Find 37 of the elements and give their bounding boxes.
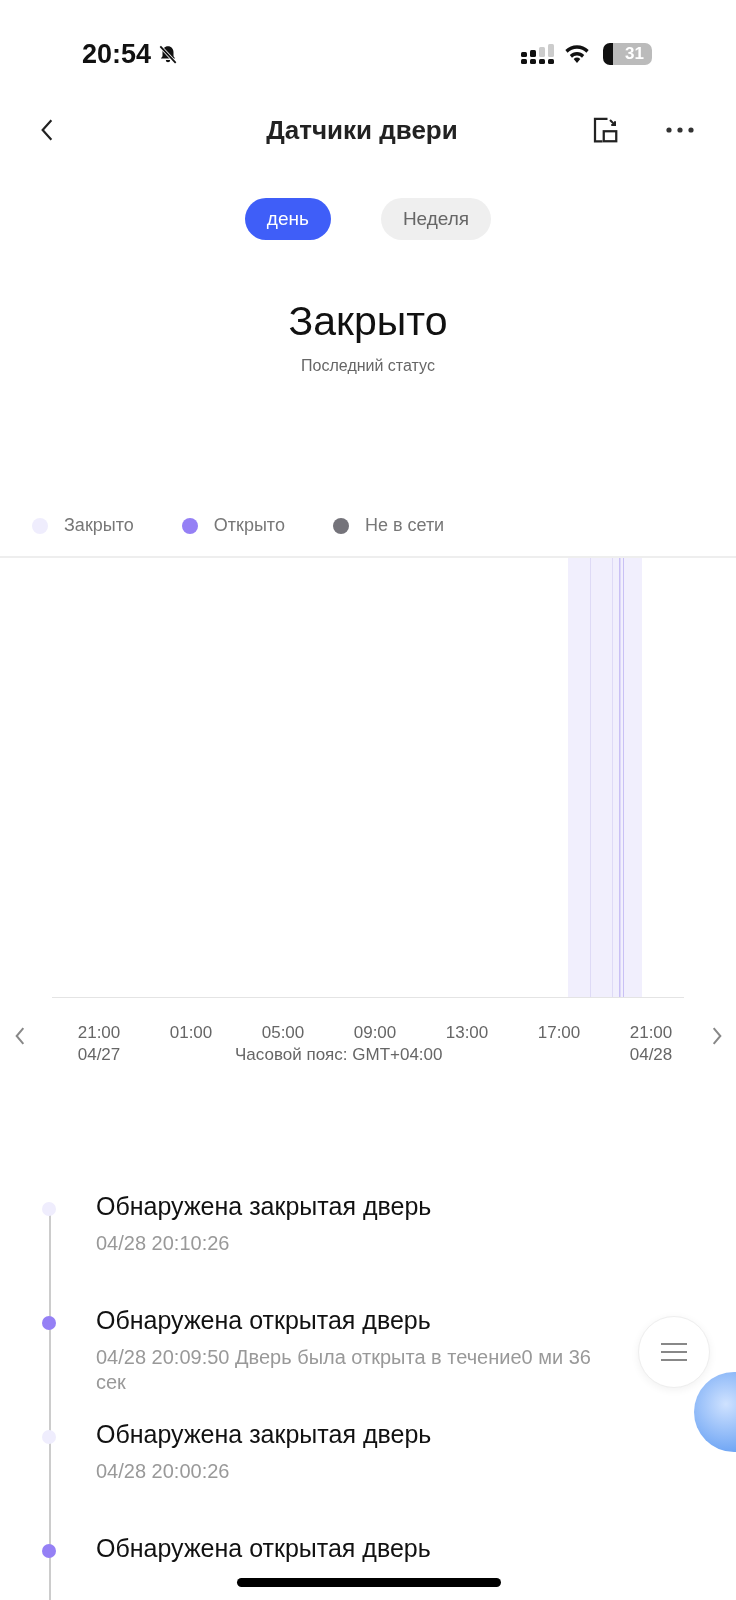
timezone-label: Часовой пояс: GMT+04:00 bbox=[235, 1044, 443, 1066]
axis-time-label: 21:00 bbox=[77, 1022, 121, 1044]
axis-time-label: 21:00 bbox=[629, 1022, 673, 1044]
event-title: Обнаружена открытая дверь bbox=[96, 1534, 432, 1563]
last-status-caption: Последний статус bbox=[300, 357, 436, 375]
axis-time-label: 09:00 bbox=[353, 1022, 397, 1044]
screen-title: Датчики двери bbox=[265, 114, 459, 146]
axis-date-label: 04/27 bbox=[77, 1044, 121, 1066]
event-detail: 04/28 20:10:26 bbox=[96, 1231, 231, 1256]
more-icon bbox=[664, 126, 696, 134]
event-title: Обнаружена закрытая дверь bbox=[96, 1192, 433, 1221]
chevron-left-icon bbox=[13, 1026, 26, 1046]
event-detail: 04/28 20:00:26 bbox=[96, 1459, 231, 1484]
timeline-dot bbox=[42, 1316, 56, 1330]
legend-label: Открыто bbox=[213, 515, 285, 536]
timeline-dot bbox=[42, 1430, 56, 1444]
axis-time-label: 13:00 bbox=[445, 1022, 489, 1044]
legend-label: Не в сети bbox=[364, 515, 445, 536]
axis-time-label: 01:00 bbox=[169, 1022, 213, 1044]
period-tab[interactable]: день bbox=[244, 198, 331, 240]
battery-icon: 31 bbox=[603, 43, 652, 65]
event-title: Обнаружена закрытая дверь bbox=[96, 1420, 433, 1449]
muted-bell-icon bbox=[157, 43, 180, 65]
event-detail: 04/28 20:09:50 Дверь была открыта в течение0 ми 36 сек bbox=[96, 1345, 592, 1395]
menu-icon bbox=[660, 1342, 688, 1362]
axis-date-label: 04/28 bbox=[629, 1044, 673, 1066]
clock-time: 20:54 bbox=[82, 38, 152, 70]
event-title: Обнаружена открытая дверь bbox=[96, 1306, 432, 1335]
timeline-dot bbox=[42, 1544, 56, 1558]
legend-label: Закрыто bbox=[64, 515, 134, 536]
axis-time-label: 05:00 bbox=[261, 1022, 305, 1044]
last-status-value: Закрыто bbox=[287, 298, 449, 345]
period-tab[interactable]: Неделя bbox=[380, 198, 492, 240]
chevron-left-icon bbox=[40, 118, 54, 142]
axis-time-label: 17:00 bbox=[537, 1022, 581, 1044]
timeline-dot bbox=[42, 1202, 56, 1216]
chevron-right-icon bbox=[710, 1026, 723, 1046]
